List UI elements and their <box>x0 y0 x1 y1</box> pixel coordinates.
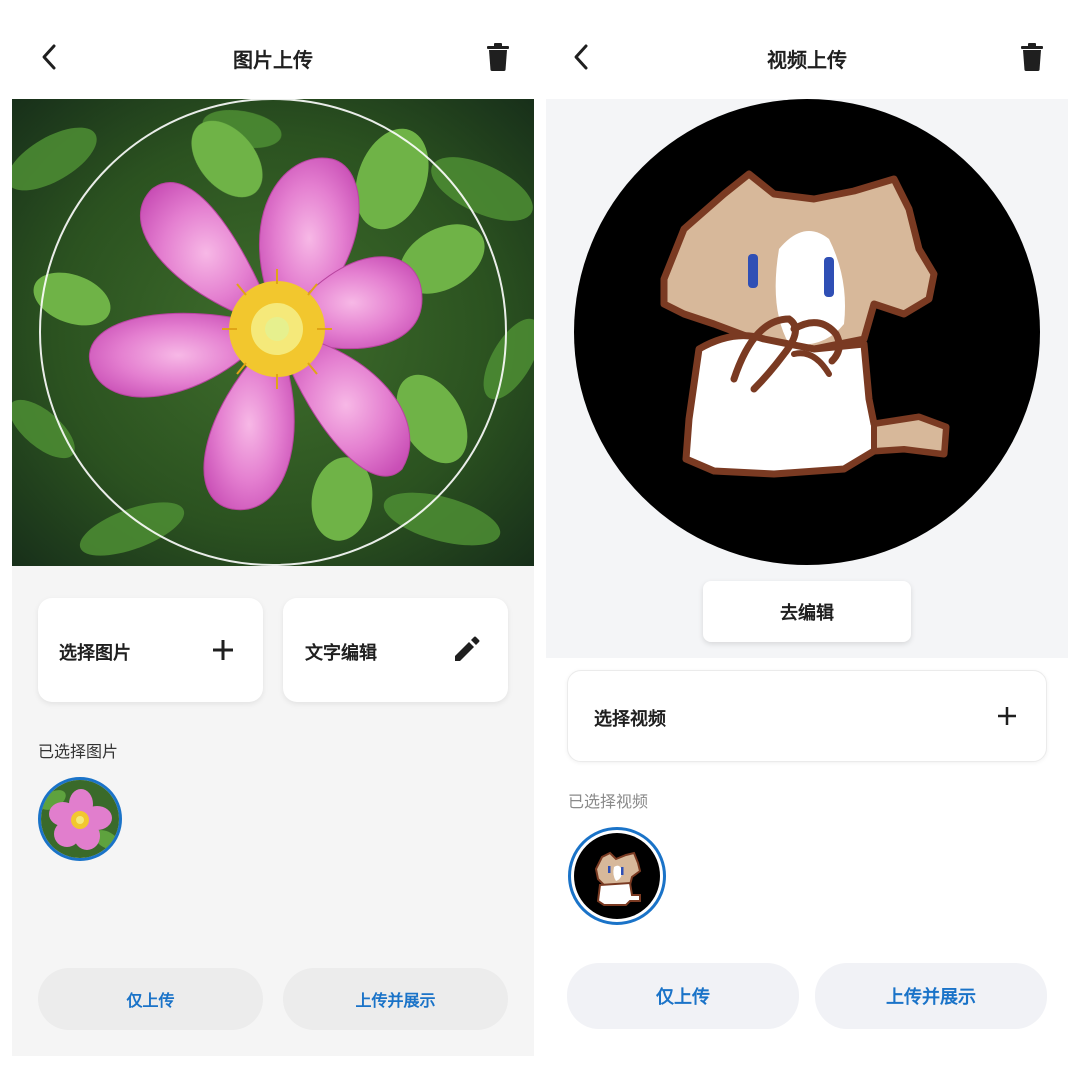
video-preview[interactable] <box>574 99 1040 565</box>
video-top-bar: 视频上传 <box>546 0 1068 99</box>
upload-and-show-button[interactable]: 上传并展示 <box>283 968 508 1030</box>
chevron-left-icon <box>42 44 56 70</box>
flower-thumbnail <box>41 780 119 858</box>
trash-icon <box>487 43 509 71</box>
video-preview-area <box>546 99 1068 658</box>
chevron-left-icon <box>574 44 588 70</box>
select-video-label: 选择视频 <box>594 709 666 730</box>
upload-and-show-button[interactable]: 上传并展示 <box>815 963 1047 1029</box>
delete-button[interactable] <box>485 42 511 72</box>
pencil-icon <box>451 634 481 668</box>
go-edit-button[interactable]: 去编辑 <box>703 581 911 642</box>
image-upload-screen: 图片上传 选择图片 文字编辑 已选择图片 仅上传 上传并展示 <box>12 0 534 1056</box>
back-button[interactable] <box>568 40 596 74</box>
delete-button[interactable] <box>1019 42 1045 72</box>
video-upload-screen: 视频上传 去编辑 选择视频 已选择视频 仅上传 上传并展示 <box>546 0 1068 1080</box>
select-video-card[interactable]: 选择视频 <box>567 670 1047 762</box>
select-image-label: 选择图片 <box>59 643 131 664</box>
selected-image-thumbnail[interactable] <box>38 777 122 861</box>
plus-icon <box>211 638 235 666</box>
upload-only-button[interactable]: 仅上传 <box>38 968 263 1030</box>
upload-only-button[interactable]: 仅上传 <box>567 963 799 1029</box>
trash-icon <box>1021 43 1043 71</box>
image-crop-preview[interactable] <box>12 99 534 566</box>
page-title: 图片上传 <box>233 48 313 72</box>
select-image-card[interactable]: 选择图片 <box>38 598 263 702</box>
back-button[interactable] <box>36 40 64 74</box>
plus-icon <box>996 705 1018 731</box>
flower-photo <box>12 99 534 566</box>
selected-images-label: 已选择图片 <box>38 742 119 761</box>
image-top-bar: 图片上传 <box>12 0 534 99</box>
page-title: 视频上传 <box>767 48 847 72</box>
selected-videos-label: 已选择视频 <box>568 792 649 811</box>
cat-thumbnail <box>574 833 660 919</box>
selected-video-thumbnail[interactable] <box>568 827 666 925</box>
text-edit-label: 文字编辑 <box>305 643 377 664</box>
text-edit-card[interactable]: 文字编辑 <box>283 598 508 702</box>
